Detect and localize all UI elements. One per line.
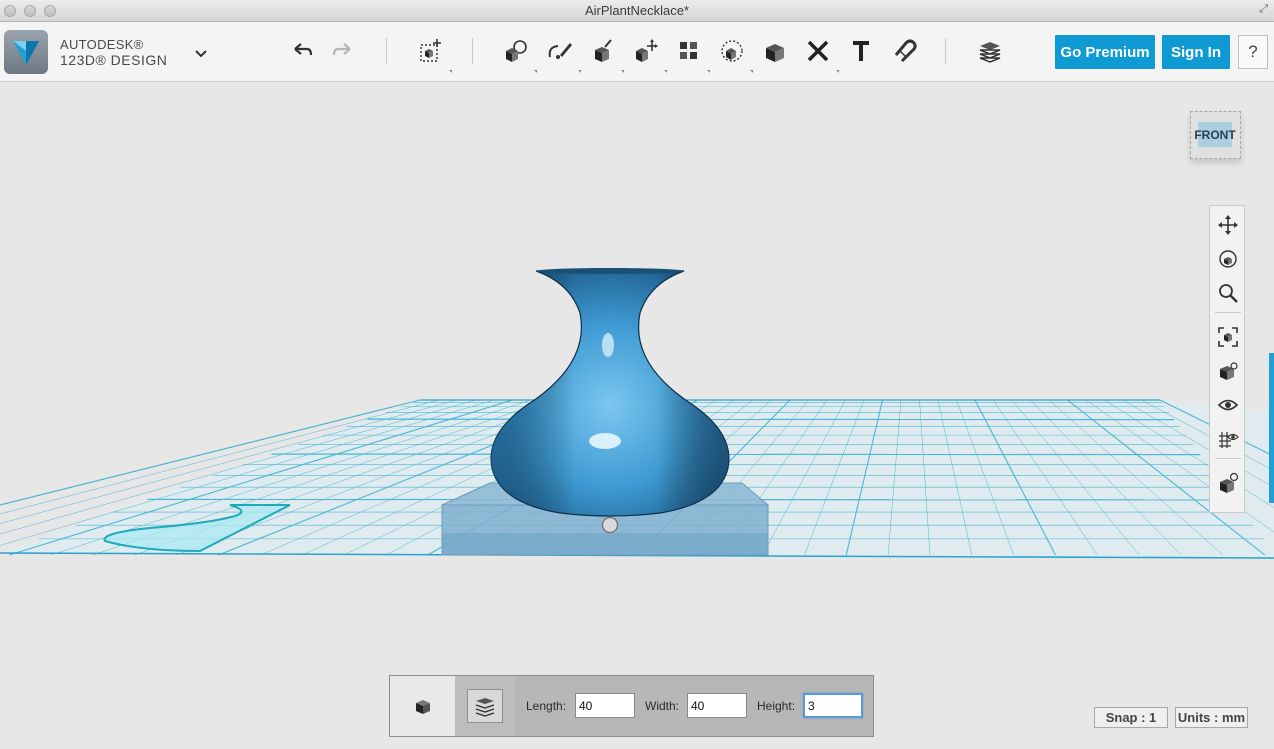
units-status[interactable]: Units : mm bbox=[1175, 707, 1248, 728]
vase-model[interactable] bbox=[490, 268, 730, 517]
material-icon[interactable] bbox=[1215, 470, 1241, 496]
main-toolbar: AUTODESK® 123D® DESIGN Go Premium Sign I… bbox=[0, 22, 1274, 82]
height-label: Height: bbox=[757, 699, 796, 713]
transform-icon[interactable] bbox=[416, 36, 446, 66]
viewcube-label[interactable]: FRONT bbox=[1194, 122, 1236, 147]
text-icon[interactable] bbox=[846, 36, 876, 66]
grid-visibility-icon[interactable] bbox=[1215, 426, 1241, 452]
snap-status[interactable]: Snap : 1 bbox=[1094, 707, 1168, 728]
nav-divider bbox=[1215, 312, 1241, 313]
fullscreen-icon[interactable]: ⤢ bbox=[1259, 3, 1268, 16]
primitives-icon[interactable] bbox=[501, 36, 531, 66]
logo-icon bbox=[13, 41, 39, 65]
orbit-icon[interactable] bbox=[1215, 246, 1241, 272]
go-premium-button[interactable]: Go Premium bbox=[1055, 35, 1155, 69]
dropdown-caret bbox=[836, 70, 839, 73]
brand-company: AUTODESK® bbox=[60, 37, 144, 52]
scene-canvas[interactable] bbox=[0, 83, 1274, 749]
length-label: Length: bbox=[526, 699, 567, 713]
views-icon[interactable] bbox=[1215, 358, 1241, 384]
dropdown-caret bbox=[534, 70, 537, 73]
dropdown-caret bbox=[664, 70, 667, 73]
nav-divider bbox=[1215, 458, 1241, 459]
window-title: AirPlantNecklace* bbox=[584, 3, 690, 18]
move-handle[interactable] bbox=[601, 516, 619, 534]
modify-icon[interactable] bbox=[631, 36, 661, 66]
dropdown-caret bbox=[707, 70, 710, 73]
box-icon bbox=[415, 700, 430, 714]
3d-viewport[interactable]: FRONT Length: 40 Width: 40 Height: 3 Sna… bbox=[0, 83, 1274, 749]
material-icon[interactable] bbox=[975, 36, 1005, 66]
navigation-bar bbox=[1209, 205, 1245, 513]
zoom-icon[interactable] bbox=[1215, 280, 1241, 306]
help-button[interactable]: ? bbox=[1238, 35, 1268, 69]
snap-magnet-icon[interactable] bbox=[889, 36, 919, 66]
dropdown-caret bbox=[750, 70, 753, 73]
height-input[interactable] bbox=[803, 693, 863, 718]
dimension-tab-box[interactable] bbox=[390, 676, 455, 736]
app-menu-chevron-icon[interactable] bbox=[192, 44, 210, 62]
construct-icon[interactable] bbox=[588, 36, 618, 66]
visibility-icon[interactable] bbox=[1215, 392, 1241, 418]
dropdown-caret bbox=[578, 70, 581, 73]
fit-icon[interactable] bbox=[1215, 324, 1241, 350]
dropdown-caret bbox=[449, 70, 452, 73]
redo-icon[interactable] bbox=[328, 36, 358, 66]
grouping-icon[interactable] bbox=[717, 36, 747, 66]
window-title-bar: AirPlantNecklace* ⤢ bbox=[0, 0, 1274, 22]
combine-icon[interactable] bbox=[760, 36, 790, 66]
sketch-icon[interactable] bbox=[545, 36, 575, 66]
brand-product: 123D® DESIGN bbox=[60, 52, 168, 68]
width-input[interactable] bbox=[687, 693, 747, 718]
pan-icon[interactable] bbox=[1215, 212, 1241, 238]
width-label: Width: bbox=[645, 699, 680, 713]
toolbar-divider bbox=[945, 38, 946, 64]
dimension-tab-layers[interactable] bbox=[455, 676, 515, 736]
dimension-panel: Length: Width: Height: bbox=[389, 675, 874, 737]
measure-icon[interactable] bbox=[803, 36, 833, 66]
layers-icon bbox=[475, 698, 495, 717]
app-logo[interactable] bbox=[4, 30, 48, 74]
right-panel-tab[interactable] bbox=[1269, 353, 1274, 503]
dropdown-caret bbox=[621, 70, 624, 73]
undo-icon[interactable] bbox=[287, 36, 317, 66]
length-input[interactable] bbox=[575, 693, 635, 718]
toolbar-divider bbox=[472, 38, 473, 64]
viewcube[interactable]: FRONT bbox=[1189, 110, 1243, 160]
pattern-icon[interactable] bbox=[674, 36, 704, 66]
sign-in-button[interactable]: Sign In bbox=[1162, 35, 1230, 69]
toolbar-divider bbox=[386, 38, 387, 64]
viewcube-face[interactable]: FRONT bbox=[1190, 111, 1241, 159]
